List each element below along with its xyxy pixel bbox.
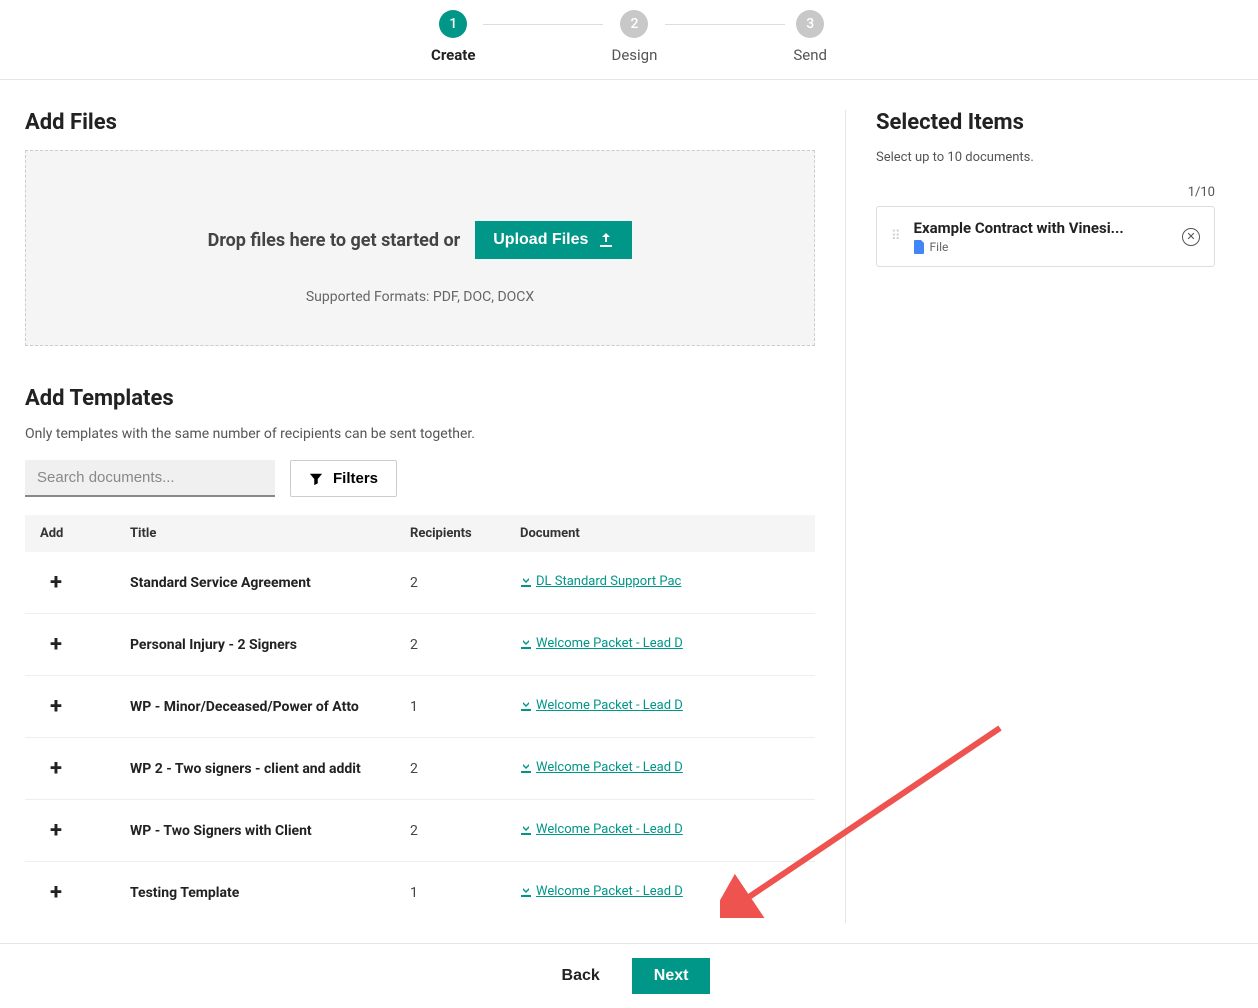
table-row: + WP 2 - Two signers - client and addit … [25, 738, 815, 800]
add-template-button[interactable]: + [50, 880, 62, 905]
next-button[interactable]: Next [632, 958, 711, 994]
template-recipients: 2 [395, 800, 505, 862]
document-link[interactable]: DL Standard Support Pac [520, 574, 681, 589]
table-row: + Standard Service Agreement 2 DL Standa… [25, 552, 815, 614]
filters-label: Filters [333, 470, 378, 487]
document-name: Welcome Packet - Lead D [536, 822, 683, 837]
download-icon [520, 575, 532, 587]
search-input[interactable] [25, 460, 275, 497]
document-link[interactable]: Welcome Packet - Lead D [520, 698, 683, 713]
download-icon [520, 823, 532, 835]
selected-items-heading: Selected Items [876, 110, 1215, 135]
stepper: 1 Create 2 Design 3 Send [0, 0, 1258, 80]
step-send[interactable]: 3 Send [793, 10, 827, 64]
add-files-heading: Add Files [25, 110, 815, 135]
selected-item-title: Example Contract with Vinesi... [914, 219, 1170, 237]
template-title: Standard Service Agreement [115, 552, 395, 614]
add-templates-heading: Add Templates [25, 386, 815, 411]
file-icon [914, 240, 925, 254]
download-icon [520, 885, 532, 897]
file-dropzone[interactable]: Drop files here to get started or Upload… [25, 150, 815, 346]
col-add: Add [25, 515, 115, 552]
download-icon [520, 699, 532, 711]
template-title: Personal Injury - 2 Signers [115, 614, 395, 676]
step-number: 1 [439, 10, 467, 38]
document-name: Welcome Packet - Lead D [536, 636, 683, 651]
document-name: Welcome Packet - Lead D [536, 760, 683, 775]
template-title: Testing Template [115, 862, 395, 924]
step-design[interactable]: 2 Design [611, 10, 657, 64]
template-recipients: 2 [395, 614, 505, 676]
add-templates-subheading: Only templates with the same number of r… [25, 426, 815, 442]
dropzone-text: Drop files here to get started or [208, 230, 461, 251]
filter-icon [309, 472, 323, 486]
col-document: Document [505, 515, 815, 552]
template-title: WP - Two Signers with Client [115, 800, 395, 862]
add-template-button[interactable]: + [50, 632, 62, 657]
upload-icon [598, 232, 614, 248]
document-link[interactable]: Welcome Packet - Lead D [520, 822, 683, 837]
add-template-button[interactable]: + [50, 818, 62, 843]
template-title: WP - Minor/Deceased/Power of Atto [115, 676, 395, 738]
add-template-button[interactable]: + [50, 694, 62, 719]
document-name: Welcome Packet - Lead D [536, 698, 683, 713]
step-connector [665, 24, 785, 25]
selected-count: 1/10 [876, 185, 1215, 200]
templates-table: Add Title Recipients Document + Standard… [25, 515, 815, 923]
table-row: + WP - Two Signers with Client 2 Welcome… [25, 800, 815, 862]
add-template-button[interactable]: + [50, 756, 62, 781]
selected-item-card: ⠿ Example Contract with Vinesi... File ✕ [876, 206, 1215, 267]
add-template-button[interactable]: + [50, 570, 62, 595]
download-icon [520, 637, 532, 649]
supported-formats-text: Supported Formats: PDF, DOC, DOCX [46, 289, 794, 305]
selected-item-type: File [930, 240, 949, 254]
drag-handle-icon[interactable]: ⠿ [891, 233, 902, 240]
download-icon [520, 761, 532, 773]
step-number: 3 [796, 10, 824, 38]
document-name: DL Standard Support Pac [536, 574, 681, 589]
document-link[interactable]: Welcome Packet - Lead D [520, 636, 683, 651]
step-label: Create [431, 46, 475, 64]
col-title: Title [115, 515, 395, 552]
table-row: + WP - Minor/Deceased/Power of Atto 1 We… [25, 676, 815, 738]
template-recipients: 1 [395, 676, 505, 738]
template-recipients: 2 [395, 738, 505, 800]
filters-button[interactable]: Filters [290, 460, 397, 497]
back-button[interactable]: Back [548, 958, 614, 994]
upload-button-label: Upload Files [493, 231, 588, 249]
step-label: Send [793, 46, 827, 64]
step-create[interactable]: 1 Create [431, 10, 475, 64]
step-connector [483, 24, 603, 25]
upload-files-button[interactable]: Upload Files [475, 221, 632, 259]
table-row: + Personal Injury - 2 Signers 2 Welcome … [25, 614, 815, 676]
step-label: Design [611, 46, 657, 64]
remove-item-button[interactable]: ✕ [1182, 228, 1200, 246]
document-link[interactable]: Welcome Packet - Lead D [520, 760, 683, 775]
template-title: WP 2 - Two signers - client and addit [115, 738, 395, 800]
selected-items-sub: Select up to 10 documents. [876, 150, 1215, 165]
document-name: Welcome Packet - Lead D [536, 884, 683, 899]
col-recipients: Recipients [395, 515, 505, 552]
template-recipients: 1 [395, 862, 505, 924]
document-link[interactable]: Welcome Packet - Lead D [520, 884, 683, 899]
table-row: + Testing Template 1 Welcome Packet - Le… [25, 862, 815, 924]
step-number: 2 [620, 10, 648, 38]
footer-bar: Back Next [0, 943, 1258, 1008]
template-recipients: 2 [395, 552, 505, 614]
